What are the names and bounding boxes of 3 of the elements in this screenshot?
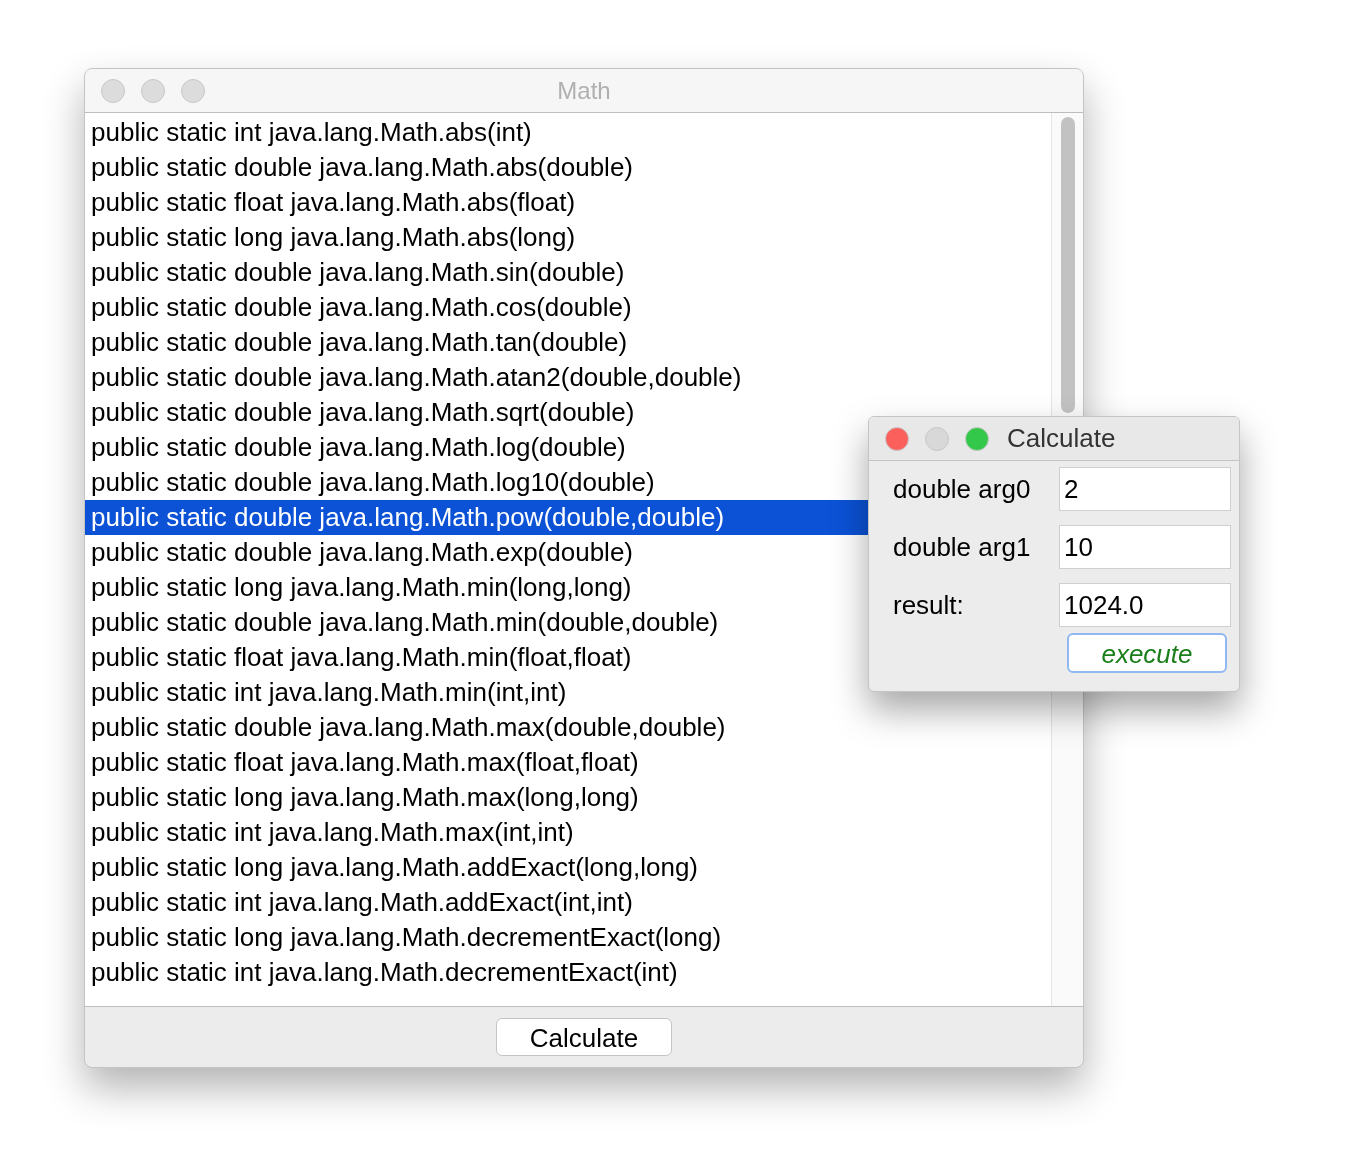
window-title: Math <box>557 75 611 106</box>
window-title: Calculate <box>1007 422 1116 455</box>
field-label: result: <box>893 588 964 622</box>
